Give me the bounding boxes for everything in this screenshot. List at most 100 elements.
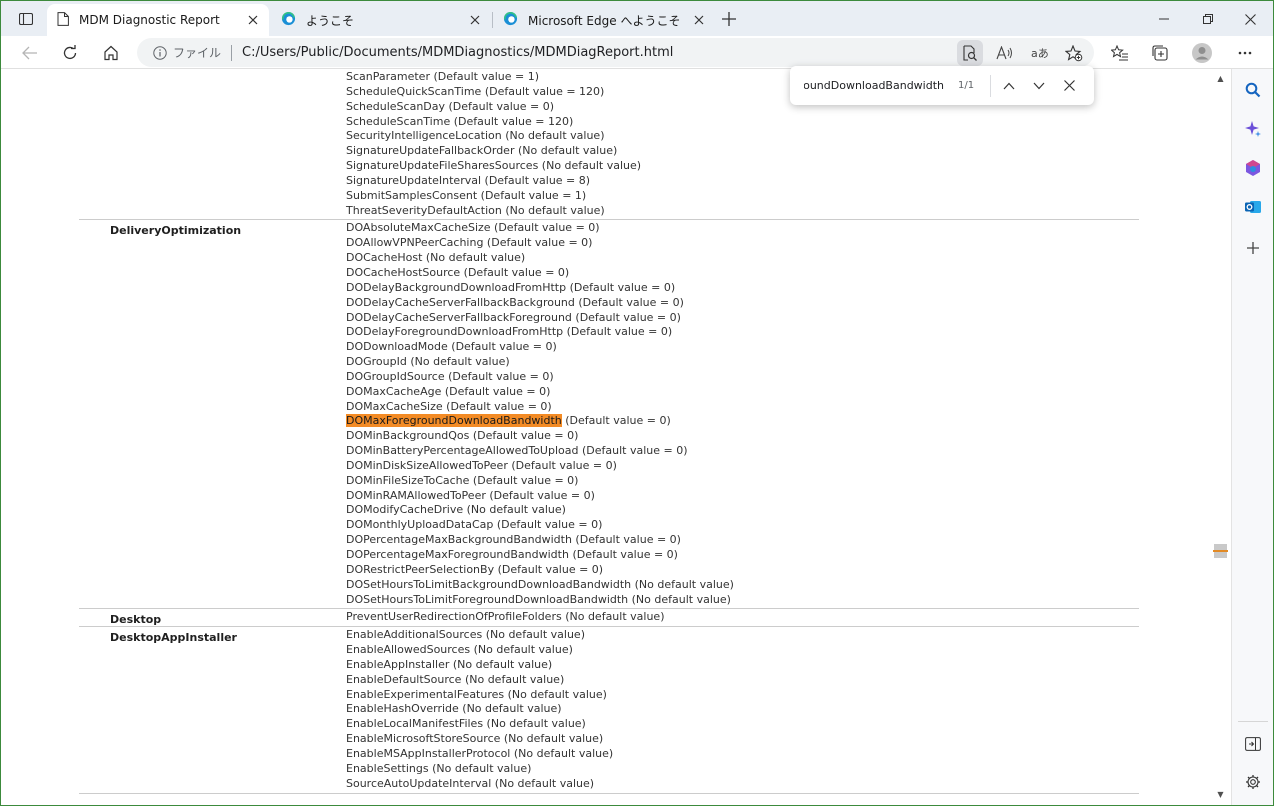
sidebar-hide-button[interactable] (1240, 731, 1266, 757)
plus-icon (1247, 242, 1259, 254)
policy-name: PreventUserRedirectionOfProfileFolders (346, 610, 562, 624)
tab-actions-button[interactable] (11, 8, 41, 30)
scroll-down-icon[interactable]: ▼ (1215, 789, 1226, 800)
policy-name: SecurityIntelligenceLocation (346, 129, 502, 143)
policy-item: DODelayCacheServerFallbackForeground (De… (346, 311, 1139, 326)
policy-item: DOPercentageMaxBackgroundBandwidth (Defa… (346, 533, 1139, 548)
policy-default-note: (Default value = 0) (571, 533, 681, 547)
sidebar-settings-button[interactable] (1240, 769, 1266, 795)
policy-name: ScanParameter (346, 70, 430, 83)
policy-name: EnableLocalManifestFiles (346, 717, 484, 731)
policy-name: EnableAppInstaller (346, 657, 450, 671)
policy-name: ScheduleScanDay (346, 99, 446, 113)
add-favorite-icon[interactable] (1061, 40, 1087, 66)
tab-mdm-report[interactable]: MDM Diagnostic Report (47, 4, 269, 36)
policy-area-name: Desktop (110, 613, 162, 627)
find-next-button[interactable] (1027, 74, 1051, 98)
policy-item: EnableMicrosoftStoreSource (No default v… (346, 732, 1139, 747)
sidebar-outlook-button[interactable] (1240, 194, 1266, 220)
minimize-button[interactable] (1144, 5, 1184, 33)
policy-item: DOModifyCacheDrive (No default value) (346, 503, 1139, 518)
tab-title: MDM Diagnostic Report (79, 13, 220, 27)
policy-default-note: (Default value = 0) (566, 280, 676, 294)
policy-name: DOMaxCacheSize (346, 399, 443, 413)
url-text[interactable]: C:/Users/Public/Documents/MDMDiagnostics… (242, 45, 673, 60)
policy-item: EnableMSAppInstallerProtocol (No default… (346, 747, 1139, 762)
policy-name: ScheduleQuickScanTime (346, 84, 482, 98)
new-tab-button[interactable] (717, 7, 741, 31)
collections-icon (1152, 45, 1168, 61)
policy-default-note: (Default value = 0) (563, 325, 673, 339)
policy-name: EnableMSAppInstallerProtocol (346, 746, 511, 760)
tab-welcome[interactable]: ようこそ (271, 4, 491, 36)
collections-button[interactable] (1146, 39, 1174, 67)
find-match-count: 1/1 (958, 80, 975, 91)
refresh-button[interactable] (56, 39, 84, 67)
sidebar-add-button[interactable] (1240, 235, 1266, 261)
restore-button[interactable] (1188, 5, 1228, 33)
policy-name: EnableMicrosoftStoreSource (346, 732, 501, 746)
home-button[interactable] (97, 39, 125, 67)
policy-default-note: (No default value) (470, 643, 573, 657)
policy-default-note: (No default value) (458, 702, 562, 716)
settings-menu-button[interactable] (1231, 39, 1259, 67)
close-tab-icon[interactable] (691, 12, 707, 28)
close-window-button[interactable] (1230, 5, 1270, 33)
sidebar-search-button[interactable] (1240, 77, 1266, 103)
policy-default-note: (Default value = 0) (485, 488, 595, 502)
policy-name: DOMaxCacheAge (346, 384, 442, 398)
policy-default-note: (No default value) (422, 251, 526, 265)
policy-list: EnableAdditionalSources (No default valu… (346, 627, 1139, 792)
policy-default-note: (Default value = 0) (447, 340, 557, 354)
find-previous-button[interactable] (997, 74, 1021, 98)
policy-name: DOAbsoluteMaxCacheSize (346, 221, 491, 235)
policy-name: EnableHashOverride (346, 702, 459, 716)
policy-default-note: (No default value) (501, 129, 605, 143)
policy-item: DOMinBackgroundQos (Default value = 0) (346, 429, 1139, 444)
policy-default-note: (Default value = 0) (442, 399, 552, 413)
close-icon (1244, 13, 1256, 25)
find-on-page-icon[interactable] (957, 40, 983, 66)
tab-title: Microsoft Edge へようこそ (528, 13, 681, 28)
sidebar-office-button[interactable] (1240, 155, 1266, 181)
policy-name: DOMinDiskSizeAllowedToPeer (346, 458, 508, 472)
policy-list: PreventUserRedirectionOfProfileFolders (… (346, 609, 1139, 626)
back-button[interactable] (16, 39, 44, 67)
sparkle-icon (1245, 121, 1261, 137)
policy-item: DODelayCacheServerFallbackBackground (De… (346, 296, 1139, 311)
policy-area-name: DesktopAppInstaller (110, 631, 237, 645)
find-query: DOMaxForegroundDownloadBandwidth (804, 79, 944, 92)
policy-item: DOGroupIdSource (Default value = 0) (346, 370, 1139, 385)
policy-default-note: (No default value) (463, 503, 566, 517)
policy-default-note: (No default value) (501, 203, 605, 217)
tab-actions-icon (19, 13, 33, 25)
translate-icon[interactable]: aあ (1027, 40, 1053, 66)
policy-item: DOAllowVPNPeerCaching (Default value = 0… (346, 236, 1139, 251)
close-tab-icon[interactable] (245, 12, 261, 28)
policy-name: DOMonthlyUploadDataCap (346, 518, 494, 532)
read-aloud-icon[interactable] (992, 40, 1018, 66)
find-input[interactable]: DOMaxForegroundDownloadBandwidth (804, 79, 944, 92)
info-icon[interactable] (153, 45, 167, 60)
profile-button[interactable] (1188, 39, 1216, 67)
favorites-button[interactable] (1106, 39, 1134, 67)
policy-name: DODownloadMode (346, 340, 448, 354)
policy-name: DOPercentageMaxForegroundBandwidth (346, 548, 569, 561)
sidebar-discover-button[interactable] (1240, 116, 1266, 142)
policy-item: ScheduleScanTime (Default value = 120) (346, 115, 1139, 130)
address-bar[interactable]: ファイル C:/Users/Public/Documents/MDMDiagno… (137, 38, 1094, 67)
find-close-button[interactable] (1057, 74, 1081, 98)
vertical-scrollbar[interactable]: ▲ ▼ (1212, 69, 1229, 803)
find-separator (990, 74, 991, 97)
close-tab-icon[interactable] (467, 12, 483, 28)
policy-item: DOPercentageMaxForegroundBandwidth (Defa… (346, 548, 1139, 563)
policy-item: EnableLocalManifestFiles (No default val… (346, 717, 1139, 732)
policy-item: DODownloadMode (Default value = 0) (346, 340, 1139, 355)
policy-name: DOMinRAMAllowedToPeer (346, 488, 486, 502)
tab-edge-welcome[interactable]: Microsoft Edge へようこそ (493, 4, 715, 36)
policy-name: DOCacheHostSource (346, 265, 461, 279)
policy-default-note: (Default value = 0) (507, 458, 617, 472)
scroll-up-icon[interactable]: ▲ (1215, 73, 1226, 84)
policy-default-note: (Default value = 0) (571, 310, 681, 324)
policy-item: SubmitSamplesConsent (Default value = 1) (346, 189, 1139, 204)
